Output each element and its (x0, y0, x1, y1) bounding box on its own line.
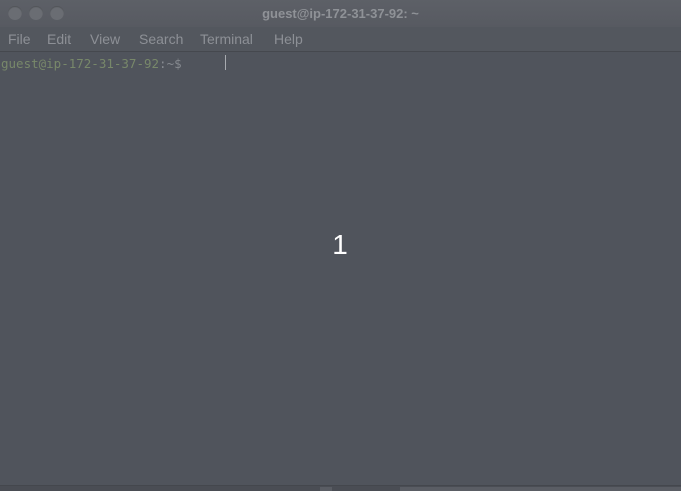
text-cursor (225, 55, 226, 70)
menu-file[interactable]: File (8, 27, 31, 51)
menu-view[interactable]: View (90, 27, 120, 51)
menu-search[interactable]: Search (139, 27, 183, 51)
window-title: guest@ip-172-31-37-92: ~ (262, 6, 419, 21)
title-bar[interactable]: guest@ip-172-31-37-92: ~ (0, 0, 681, 27)
shell-prompt: guest@ip-172-31-37-92:~$ (1, 56, 189, 72)
prompt-user-host: guest@ip-172-31-37-92 (1, 56, 160, 71)
prompt-path: :~$ (159, 56, 190, 71)
bottom-edge (0, 485, 681, 491)
menu-help[interactable]: Help (274, 27, 303, 51)
menu-terminal[interactable]: Terminal (200, 27, 253, 51)
scroll-track[interactable] (400, 487, 681, 491)
resize-grip[interactable] (320, 487, 332, 491)
terminal-window: guest@ip-172-31-37-92: ~ File Edit View … (0, 0, 681, 491)
overlay-number: 1 (332, 229, 348, 260)
menu-bar: File Edit View Search Terminal Help (0, 27, 681, 52)
terminal-area[interactable]: guest@ip-172-31-37-92:~$ (0, 52, 681, 485)
menu-edit[interactable]: Edit (47, 27, 71, 51)
